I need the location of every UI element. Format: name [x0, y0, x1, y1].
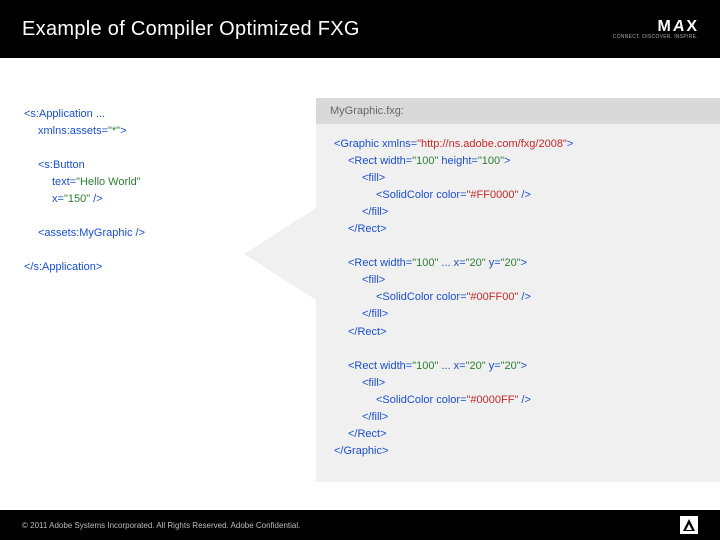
code-text: </fill>: [362, 206, 388, 218]
code-text: >: [521, 257, 527, 269]
code-text: "150": [64, 193, 90, 205]
code-text: <SolidColor color=: [376, 394, 467, 406]
fxg-filename: MyGraphic.fxg:: [316, 98, 720, 124]
code-text: />: [518, 394, 531, 406]
code-text: <fill>: [362, 377, 385, 389]
fxg-panel: MyGraphic.fxg: <Graphic xmlns="http://ns…: [316, 98, 720, 482]
code-text: >: [120, 125, 126, 137]
code-text: y=: [486, 360, 501, 372]
code-text: xmlns:assets=: [38, 125, 108, 137]
code-text: "20": [501, 257, 521, 269]
code-text: <s:Application ...: [24, 108, 105, 120]
max-logo: MAX CONNECT. DISCOVER. INSPIRE.: [613, 18, 698, 40]
code-text: "http://ns.adobe.com/fxg/2008": [417, 138, 567, 150]
code-text: >: [504, 155, 510, 167]
code-text: />: [518, 189, 531, 201]
code-text: "Hello World": [76, 176, 140, 188]
code-text: </fill>: [362, 308, 388, 320]
code-text: "100": [412, 155, 438, 167]
code-text: >: [567, 138, 573, 150]
code-text: ... x=: [438, 360, 465, 372]
code-text: <Graphic xmlns=: [334, 138, 417, 150]
copyright-text: © 2011 Adobe Systems Incorporated. All R…: [22, 521, 300, 530]
code-text: />: [90, 193, 103, 205]
code-text: "*": [108, 125, 120, 137]
code-text: "20": [501, 360, 521, 372]
code-text: "20": [466, 360, 486, 372]
code-text: </Rect>: [348, 326, 387, 338]
code-text: </fill>: [362, 411, 388, 423]
adobe-logo-icon: [680, 516, 698, 534]
slide-content: <s:Application ... xmlns:assets="*"> <s:…: [0, 58, 720, 510]
code-text: "#00FF00": [467, 291, 519, 303]
code-text: <Rect width=: [348, 155, 412, 167]
code-text: </s:Application>: [24, 261, 102, 273]
code-text: height=: [438, 155, 477, 167]
mxml-code-block: <s:Application ... xmlns:assets="*"> <s:…: [24, 106, 145, 276]
code-text: <fill>: [362, 172, 385, 184]
max-logo-tagline: CONNECT. DISCOVER. INSPIRE.: [613, 34, 698, 40]
callout-arrow-icon: [244, 208, 316, 300]
code-text: "#0000FF": [467, 394, 519, 406]
code-text: <s:Button: [38, 159, 85, 171]
slide-header: Example of Compiler Optimized FXG MAX CO…: [0, 0, 720, 58]
code-text: />: [518, 291, 531, 303]
code-text: </Rect>: [348, 223, 387, 235]
code-text: x=: [52, 193, 64, 205]
fxg-code-block: <Graphic xmlns="http://ns.adobe.com/fxg/…: [316, 124, 720, 472]
code-text: y=: [486, 257, 501, 269]
code-text: <SolidColor color=: [376, 291, 467, 303]
code-text: <assets:MyGraphic />: [38, 227, 145, 239]
code-text: <SolidColor color=: [376, 189, 467, 201]
code-text: >: [521, 360, 527, 372]
code-text: text=: [52, 176, 76, 188]
code-text: "100": [412, 360, 438, 372]
slide-title: Example of Compiler Optimized FXG: [22, 18, 360, 41]
code-text: <Rect width=: [348, 360, 412, 372]
code-text: <Rect width=: [348, 257, 412, 269]
code-text: <fill>: [362, 274, 385, 286]
code-text: "#FF0000": [467, 189, 519, 201]
code-text: </Graphic>: [334, 445, 388, 457]
code-text: "100": [478, 155, 504, 167]
slide-footer: © 2011 Adobe Systems Incorporated. All R…: [0, 510, 720, 540]
code-text: "100": [412, 257, 438, 269]
code-text: </Rect>: [348, 428, 387, 440]
code-text: "20": [466, 257, 486, 269]
code-text: ... x=: [438, 257, 465, 269]
